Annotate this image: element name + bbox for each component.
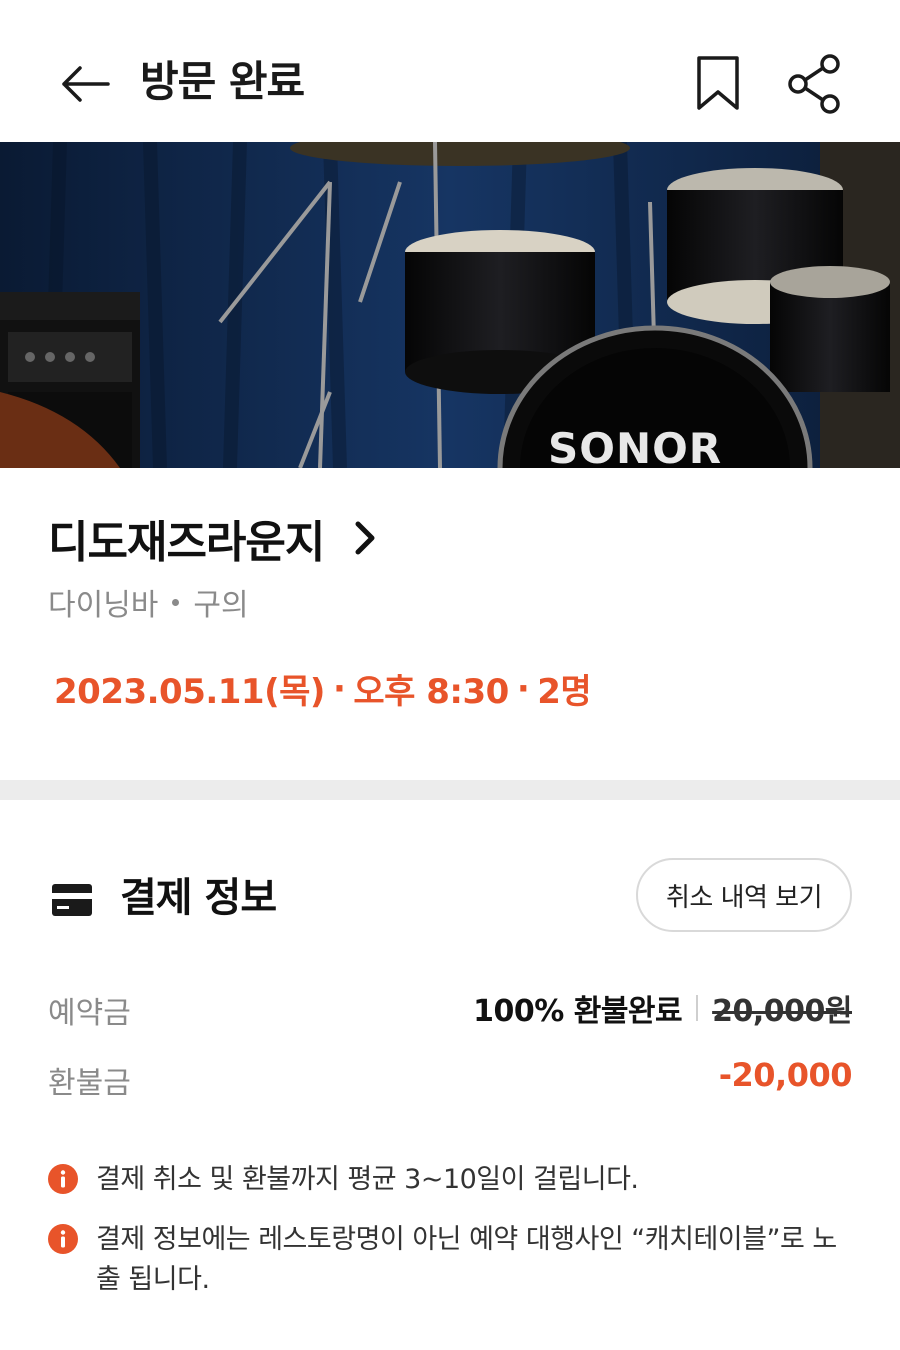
dot-separator xyxy=(172,598,180,606)
cancel-history-button[interactable]: 취소 내역 보기 xyxy=(636,858,852,932)
page-title: 방문 완료 xyxy=(140,57,305,106)
booking-date: 2023.05.11(목) xyxy=(54,672,325,712)
notice-text: 결제 정보에는 레스토랑명이 아닌 예약 대행사인 “캐치테이블”로 노출 됩니… xyxy=(96,1224,837,1295)
restaurant-photo: SONOR xyxy=(0,142,900,468)
booking-separator: · xyxy=(516,668,530,709)
bookmark-button[interactable] xyxy=(694,54,742,112)
restaurant-name: 디도재즈라운지 xyxy=(48,517,325,568)
booking-time: 오후 8:30 xyxy=(353,672,509,712)
booking-summary: 2023.05.11(목) · 오후 8:30 · 2명 xyxy=(54,664,592,713)
original-price: 20,000원 xyxy=(712,994,852,1029)
top-app-bar: 방문 완료 xyxy=(0,0,900,142)
drum-kit-illustration xyxy=(0,142,900,468)
back-button[interactable] xyxy=(56,60,116,108)
share-icon xyxy=(788,54,840,114)
restaurant-meta: 다이닝바 구의 xyxy=(48,580,249,624)
notice-item: 결제 취소 및 환불까지 평균 3~10일이 걸립니다. xyxy=(48,1160,860,1200)
restaurant-link[interactable]: 디도재즈라운지 xyxy=(48,508,380,568)
restaurant-location: 구의 xyxy=(193,588,249,623)
payment-section: 결제 정보 취소 내역 보기 예약금 100% 환불완료 20,000원 환불금… xyxy=(0,800,900,1350)
vertical-divider xyxy=(696,995,699,1021)
payment-title: 결제 정보 xyxy=(120,875,277,921)
notice-text: 결제 취소 및 환불까지 평균 3~10일이 걸립니다. xyxy=(96,1164,639,1195)
credit-card-icon xyxy=(52,884,92,916)
restaurant-info: 디도재즈라운지 다이닝바 구의 2023.05.11(목) · 오후 8:30 … xyxy=(0,468,900,780)
chevron-right-icon xyxy=(355,521,375,555)
share-button[interactable] xyxy=(784,52,844,116)
drum-brand-label: SONOR xyxy=(548,424,723,468)
info-icon xyxy=(48,1164,78,1194)
deposit-value: 100% 환불완료 20,000원 xyxy=(473,986,852,1030)
booking-party-size: 2명 xyxy=(537,672,592,712)
notice-item: 결제 정보에는 레스토랑명이 아닌 예약 대행사인 “캐치테이블”로 노출 됩니… xyxy=(48,1220,860,1300)
arrow-left-icon xyxy=(62,66,110,102)
booking-separator: · xyxy=(332,668,346,709)
deposit-label: 예약금 xyxy=(48,996,131,1031)
refund-status: 100% 환불완료 xyxy=(473,994,683,1029)
refund-label: 환불금 xyxy=(48,1066,131,1101)
info-icon xyxy=(48,1224,78,1254)
section-divider xyxy=(0,780,900,800)
refund-amount: -20,000 xyxy=(718,1056,853,1094)
restaurant-category: 다이닝바 xyxy=(48,588,159,623)
bookmark-icon xyxy=(697,56,739,110)
